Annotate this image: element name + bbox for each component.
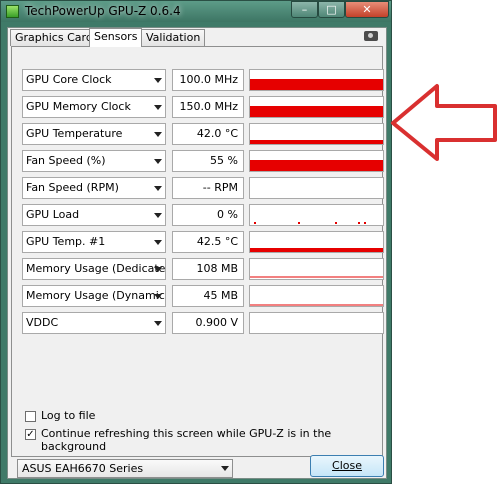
sensor-name: GPU Load bbox=[26, 208, 80, 221]
sensor-select[interactable]: GPU Load bbox=[22, 204, 166, 226]
sensor-value: 42.5 °C bbox=[172, 231, 244, 253]
sensor-select[interactable]: Memory Usage (Dynamic) bbox=[22, 285, 166, 307]
graph-fill bbox=[250, 140, 383, 144]
sensor-select[interactable]: VDDC bbox=[22, 312, 166, 334]
sensor-graph bbox=[249, 123, 384, 145]
chevron-down-icon bbox=[154, 186, 162, 191]
chevron-down-icon bbox=[221, 466, 229, 471]
sensor-graph bbox=[249, 285, 384, 307]
client-area: Graphics Card Sensors Validation GPU Cor… bbox=[7, 27, 387, 479]
chevron-down-icon bbox=[154, 213, 162, 218]
sensor-graph bbox=[249, 96, 384, 118]
close-button[interactable]: Close bbox=[310, 455, 384, 477]
sensor-select[interactable]: GPU Memory Clock bbox=[22, 96, 166, 118]
sensor-value: -- RPM bbox=[172, 177, 244, 199]
sensor-name: Fan Speed (%) bbox=[26, 154, 106, 167]
graph-spike bbox=[358, 222, 360, 224]
chevron-down-icon bbox=[154, 267, 162, 272]
graph-spike bbox=[298, 222, 300, 224]
sensor-name: VDDC bbox=[26, 316, 59, 329]
log-to-file-checkbox[interactable] bbox=[25, 411, 36, 422]
close-window-button[interactable]: ✕ bbox=[345, 1, 389, 18]
sensor-graph bbox=[249, 258, 384, 280]
sensor-graph bbox=[249, 69, 384, 91]
maximize-button[interactable]: □ bbox=[318, 1, 345, 18]
window-title: TechPowerUp GPU-Z 0.6.4 bbox=[25, 4, 181, 18]
chevron-down-icon bbox=[154, 132, 162, 137]
sensor-select[interactable]: GPU Core Clock bbox=[22, 69, 166, 91]
graph-fill bbox=[250, 160, 383, 171]
sensor-name: Memory Usage (Dynamic) bbox=[26, 289, 166, 302]
tab-graphics-card[interactable]: Graphics Card bbox=[10, 29, 98, 46]
sensor-select[interactable]: GPU Temp. #1 bbox=[22, 231, 166, 253]
chevron-down-icon bbox=[154, 294, 162, 299]
graph-fill bbox=[250, 248, 383, 252]
sensor-value: 42.0 °C bbox=[172, 123, 244, 145]
sensor-name: Fan Speed (RPM) bbox=[26, 181, 119, 194]
sensor-name: GPU Temp. #1 bbox=[26, 235, 106, 248]
graphics-card-select-value: ASUS EAH6670 Series bbox=[22, 462, 144, 475]
chevron-down-icon bbox=[154, 105, 162, 110]
sensor-value: 0 % bbox=[172, 204, 244, 226]
continue-refreshing-checkbox[interactable]: ✓ bbox=[25, 429, 36, 440]
graph-fill bbox=[250, 79, 383, 90]
sensor-value: 100.0 MHz bbox=[172, 69, 244, 91]
chevron-down-icon bbox=[154, 159, 162, 164]
sensor-graph bbox=[249, 150, 384, 172]
chevron-down-icon bbox=[154, 240, 162, 245]
sensor-select[interactable]: GPU Temperature bbox=[22, 123, 166, 145]
sensor-value: 55 % bbox=[172, 150, 244, 172]
graph-fill bbox=[250, 106, 383, 117]
sensor-select[interactable]: Memory Usage (Dedicated) bbox=[22, 258, 166, 280]
sensor-value: 150.0 MHz bbox=[172, 96, 244, 118]
sensor-name: Memory Usage (Dedicated) bbox=[26, 262, 166, 275]
chevron-down-icon bbox=[154, 78, 162, 83]
graph-spike bbox=[364, 222, 366, 224]
sensor-name: GPU Temperature bbox=[26, 127, 123, 140]
sensor-select[interactable]: Fan Speed (%) bbox=[22, 150, 166, 172]
sensor-select[interactable]: Fan Speed (RPM) bbox=[22, 177, 166, 199]
sensor-value: 0.900 V bbox=[172, 312, 244, 334]
graph-spike bbox=[335, 222, 337, 224]
sensor-graph bbox=[249, 177, 384, 199]
graphics-card-select[interactable]: ASUS EAH6670 Series bbox=[17, 459, 233, 478]
sensor-name: GPU Memory Clock bbox=[26, 100, 131, 113]
tab-validation[interactable]: Validation bbox=[141, 29, 206, 46]
sensor-value: 108 MB bbox=[172, 258, 244, 280]
gpuz-window: TechPowerUp GPU-Z 0.6.4 – □ ✕ Graphics C… bbox=[0, 0, 392, 484]
tab-sensors[interactable]: Sensors bbox=[89, 28, 143, 47]
minimize-button[interactable]: – bbox=[291, 1, 318, 18]
sensor-name: GPU Core Clock bbox=[26, 73, 112, 86]
sensor-value: 45 MB bbox=[172, 285, 244, 307]
app-icon bbox=[6, 5, 19, 18]
sensor-graph bbox=[249, 231, 384, 253]
graph-spike bbox=[254, 222, 256, 224]
sensor-graph bbox=[249, 312, 384, 334]
red-arrow-annotation bbox=[391, 84, 497, 161]
continue-refreshing-label: Continue refreshing this screen while GP… bbox=[41, 427, 332, 453]
title-bar[interactable]: TechPowerUp GPU-Z 0.6.4 – □ ✕ bbox=[1, 1, 391, 22]
log-to-file-label: Log to file bbox=[41, 409, 96, 422]
camera-icon[interactable] bbox=[364, 31, 378, 41]
chevron-down-icon bbox=[154, 321, 162, 326]
sensor-graph bbox=[249, 204, 384, 226]
sensors-panel: GPU Core Clock 100.0 MHz GPU Memory Clock 1… bbox=[11, 46, 384, 457]
